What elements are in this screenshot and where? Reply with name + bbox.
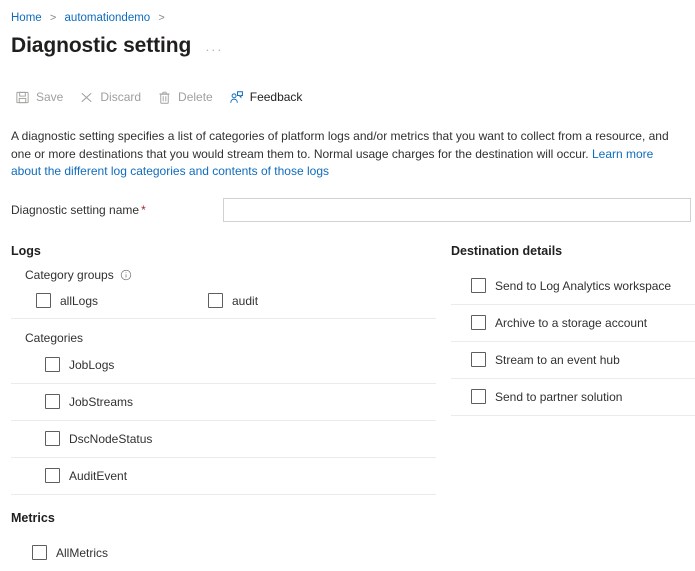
checkbox-label: Stream to an event hub [495, 353, 620, 367]
more-options-button[interactable]: ··· [205, 37, 223, 55]
breadcrumb-separator: > [50, 12, 56, 24]
checkbox-label: JobLogs [69, 358, 114, 372]
metrics-section: Metrics AllMetrics [11, 511, 451, 571]
checkbox-label: DscNodeStatus [69, 432, 152, 446]
close-icon [79, 90, 94, 105]
destination-row-log-analytics: Send to Log Analytics workspace [451, 268, 695, 304]
destination-row-event-hub: Stream to an event hub [451, 342, 695, 378]
logs-section-heading: Logs [11, 244, 451, 258]
discard-button[interactable]: Discard [75, 83, 150, 111]
checkbox-box [208, 293, 223, 308]
destination-column: Destination details Send to Log Analytic… [451, 244, 695, 571]
breadcrumb-item-automationdemo[interactable]: automationdemo [65, 12, 151, 24]
divider [451, 415, 695, 416]
checkbox-box [471, 278, 486, 293]
checkbox-audit[interactable]: audit [208, 293, 258, 308]
category-row-joblogs: JobLogs [11, 347, 451, 383]
info-icon[interactable] [120, 269, 132, 281]
checkbox-box [45, 394, 60, 409]
checkbox-box [45, 431, 60, 446]
category-row-auditevent: AuditEvent [11, 458, 451, 494]
checkbox-label: allLogs [60, 294, 98, 308]
save-button-label: Save [36, 90, 63, 104]
checkbox-allmetrics[interactable]: AllMetrics [32, 545, 108, 560]
settings-columns: Logs Category groups allLogs audit [0, 244, 695, 571]
checkbox-box [32, 545, 47, 560]
checkbox-box [471, 315, 486, 330]
divider [11, 494, 436, 495]
feedback-button-label: Feedback [250, 90, 303, 104]
delete-button-label: Delete [178, 90, 213, 104]
page-header: Diagnostic setting ··· [0, 25, 695, 60]
checkbox-auditevent[interactable]: AuditEvent [45, 468, 127, 483]
logs-column: Logs Category groups allLogs audit [11, 244, 451, 571]
checkbox-send-to-partner-solution[interactable]: Send to partner solution [471, 389, 622, 404]
description-body: A diagnostic setting specifies a list of… [11, 129, 669, 161]
checkbox-label: AuditEvent [69, 469, 127, 483]
page-title: Diagnostic setting [11, 32, 191, 60]
breadcrumb-item-home[interactable]: Home [11, 12, 42, 24]
feedback-icon [229, 90, 244, 105]
checkbox-box [471, 389, 486, 404]
checkbox-box [471, 352, 486, 367]
destination-row-partner-solution: Send to partner solution [451, 379, 695, 415]
checkbox-label: Archive to a storage account [495, 316, 647, 330]
destination-section-heading: Destination details [451, 244, 695, 258]
destination-row-storage-account: Archive to a storage account [451, 305, 695, 341]
checkbox-label: Send to Log Analytics workspace [495, 279, 671, 293]
description-text: A diagnostic setting specifies a list of… [11, 128, 683, 181]
checkbox-label: AllMetrics [56, 546, 108, 560]
checkbox-archive-to-storage-account[interactable]: Archive to a storage account [471, 315, 647, 330]
diagnostic-setting-name-input[interactable] [223, 198, 691, 222]
category-row-jobstreams: JobStreams [11, 384, 451, 420]
checkbox-box [36, 293, 51, 308]
checkbox-joblogs[interactable]: JobLogs [45, 357, 114, 372]
save-icon [15, 90, 30, 105]
checkbox-label: audit [232, 294, 258, 308]
divider [11, 318, 436, 319]
checkbox-label: JobStreams [69, 395, 133, 409]
category-groups-label: Category groups [25, 268, 451, 282]
breadcrumb-separator: > [158, 12, 164, 24]
delete-button[interactable]: Delete [153, 83, 222, 111]
diagnostic-setting-name-row: Diagnostic setting name* [0, 198, 695, 222]
diagnostic-setting-name-label: Diagnostic setting name* [11, 203, 223, 217]
trash-icon [157, 90, 172, 105]
checkbox-label: Send to partner solution [495, 390, 622, 404]
required-indicator: * [141, 203, 146, 217]
checkbox-stream-to-event-hub[interactable]: Stream to an event hub [471, 352, 620, 367]
category-row-dscnodestatus: DscNodeStatus [11, 421, 451, 457]
checkbox-send-to-log-analytics-workspace[interactable]: Send to Log Analytics workspace [471, 278, 671, 293]
discard-button-label: Discard [100, 90, 141, 104]
categories-label: Categories [25, 331, 451, 345]
field-label-text: Diagnostic setting name [11, 203, 139, 217]
metrics-section-heading: Metrics [11, 511, 451, 525]
command-bar: Save Discard Delete [0, 82, 695, 112]
checkbox-box [45, 468, 60, 483]
checkbox-box [45, 357, 60, 372]
breadcrumb: Home > automationdemo > [0, 0, 695, 25]
checkbox-alllogs[interactable]: allLogs [36, 293, 208, 308]
save-button[interactable]: Save [11, 83, 72, 111]
category-groups-text: Category groups [25, 268, 114, 282]
checkbox-dscnodestatus[interactable]: DscNodeStatus [45, 431, 152, 446]
checkbox-jobstreams[interactable]: JobStreams [45, 394, 133, 409]
metrics-row-allmetrics: AllMetrics [11, 535, 451, 571]
category-groups-row: allLogs audit [11, 284, 451, 318]
feedback-button[interactable]: Feedback [225, 83, 312, 111]
